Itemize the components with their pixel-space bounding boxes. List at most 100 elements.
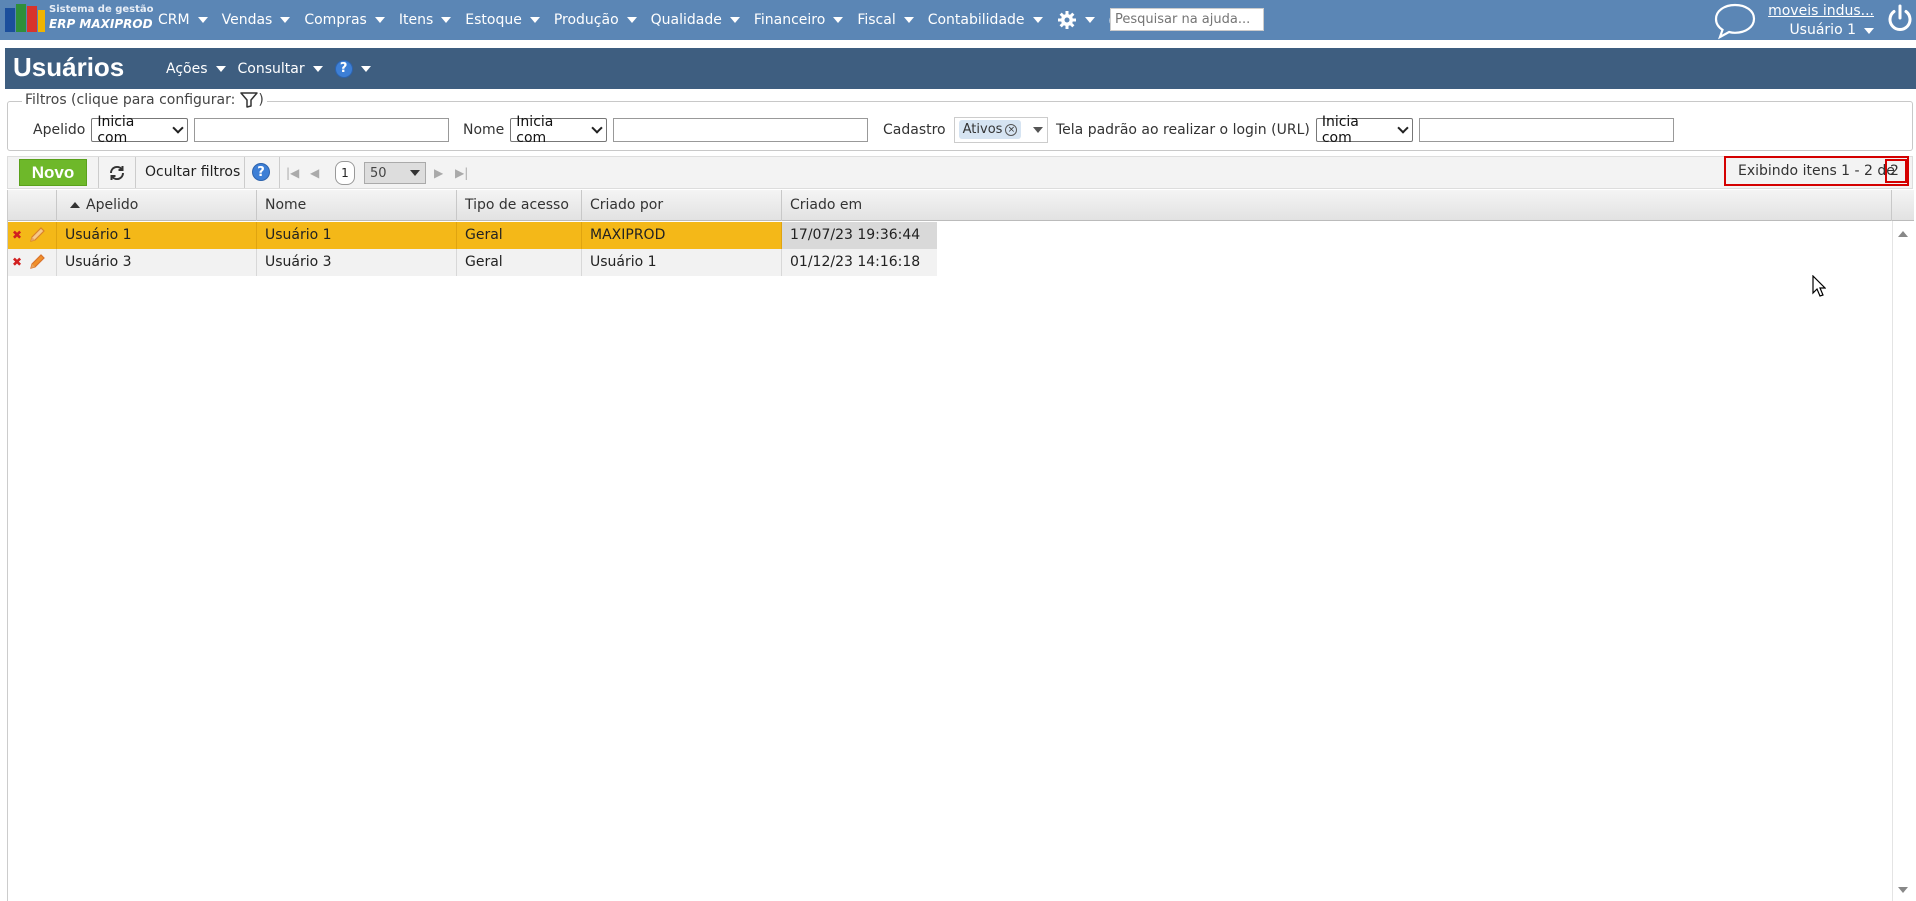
divider [98,157,99,188]
grid-toolbar: Novo Ocultar filtros ? |◀ ◀ 1 50 ▶ ▶| [7,156,1913,189]
last-page-icon[interactable]: ▶| [455,166,468,180]
page-help-menu[interactable]: ? [334,59,371,78]
user-name: Usuário 1 [1789,22,1856,38]
nome-input[interactable] [613,117,869,142]
vertical-scrollbar[interactable] [1892,221,1913,901]
filter-apelido: Apelido Inicia com [33,114,450,146]
filters-legend-text: Filtros (clique para configurar: [25,92,236,108]
delete-icon[interactable]: ✖ [12,229,22,241]
chevron-down-icon [591,121,603,134]
remove-tag-icon[interactable]: × [1005,123,1018,136]
header-tipo-acesso[interactable]: Tipo de acesso [457,190,582,221]
brand-line1: Sistema de gestão [49,4,154,15]
prev-page-icon[interactable]: ◀ [310,166,319,180]
actions-label: Ações [166,60,208,77]
filter-nome-label: Nome [463,121,505,138]
header-label: Apelido [86,197,139,213]
delete-icon[interactable]: ✖ [12,256,22,268]
row-actions: ✖ [8,249,57,276]
caret-down-icon [1084,17,1095,23]
menu-crm[interactable]: CRM [158,12,208,28]
pager-info: Exibindo itens 1 - 2 de 2 [1724,156,1909,186]
user-menu[interactable]: Usuário 1 [1762,21,1874,40]
edit-pencil-icon[interactable] [28,253,46,271]
cell-nome: Usuário 3 [257,249,457,276]
nome-mode-select[interactable]: Inicia com [510,114,608,146]
menu-estoque[interactable]: Estoque [465,12,540,28]
filters-legend[interactable]: Filtros (clique para configurar: ) [22,92,267,108]
apelido-input[interactable] [194,117,450,142]
edit-pencil-icon[interactable] [28,226,46,244]
divider [135,157,136,188]
menu-vendas[interactable]: Vendas [222,12,291,28]
chevron-down-icon [172,121,184,134]
page-size-select[interactable]: 50 [364,162,426,184]
caret-down-icon [903,17,914,23]
cell-criado-em: 17/07/23 19:36:44 [782,222,937,249]
caret-down-icon [410,170,420,176]
help-search-input[interactable] [1110,8,1264,31]
apelido-mode-select[interactable]: Inicia com [91,114,189,146]
menu-itens[interactable]: Itens [399,12,452,28]
row-actions: ✖ [8,222,57,249]
cell-apelido: Usuário 1 [57,222,257,249]
company-link[interactable]: moveis indus... [1762,2,1874,21]
new-button[interactable]: Novo [19,159,87,186]
sort-ascending-icon [70,202,80,208]
header-apelido[interactable]: Apelido [57,190,257,221]
settings-menu[interactable] [1057,10,1095,30]
main-menu: CRM Vendas Compras Itens Estoque Produçã… [158,0,1160,40]
header-criado-em[interactable]: Criado em [782,190,1892,221]
tela-input[interactable] [1418,117,1674,142]
chat-bubble-icon[interactable] [1712,2,1758,40]
filter-cadastro: Cadastro Ativos × [883,116,1048,143]
filters-panel: Filtros (clique para configurar: ) Apeli… [7,92,1913,151]
first-page-icon[interactable]: |◀ [286,166,299,180]
caret-down-icon [626,17,637,23]
consult-menu[interactable]: Consultar [238,61,323,77]
cell-criado-por: Usuário 1 [582,249,782,276]
cadastro-multiselect[interactable]: Ativos × [953,116,1048,143]
menu-label: Fiscal [857,12,896,28]
menu-fiscal[interactable]: Fiscal [857,12,914,28]
actions-menu[interactable]: Ações [166,61,226,77]
menu-contabilidade[interactable]: Contabilidade [928,12,1043,28]
pager-total: 2 [1885,159,1907,183]
menu-producao[interactable]: Produção [554,12,637,28]
scroll-up-icon[interactable] [1898,231,1908,237]
filter-icon[interactable] [240,92,259,108]
tela-mode-select[interactable]: Inicia com [1315,114,1413,146]
scroll-down-icon[interactable] [1898,887,1908,893]
divider [279,157,280,188]
table-row[interactable]: ✖ Usuário 3 Usuário 3 Geral Usuário 1 01… [8,249,937,276]
help-icon[interactable]: ? [252,163,270,181]
hide-filters-button[interactable]: Ocultar filtros [145,164,240,180]
power-icon[interactable] [1886,3,1914,33]
header-criado-por[interactable]: Criado por [582,190,782,221]
caret-down-icon [374,17,385,23]
filter-apelido-label: Apelido [33,121,86,138]
refresh-icon[interactable] [107,165,127,181]
header-nome[interactable]: Nome [257,190,457,221]
brand-line2: ERP MAXIPROD [49,17,153,31]
caret-down-icon[interactable] [1032,126,1043,133]
cell-nome: Usuário 1 [257,222,457,249]
caret-down-icon [1032,17,1043,23]
header-label: Criado em [790,197,863,213]
maxiprod-logo[interactable] [5,4,45,34]
caret-down-icon [833,17,844,23]
brand-name[interactable]: Sistema de gestão ERP MAXIPROD [49,3,154,31]
next-page-icon[interactable]: ▶ [434,166,443,180]
gear-icon [1057,11,1076,29]
menu-qualidade[interactable]: Qualidade [651,12,740,28]
menu-label: Contabilidade [927,12,1025,28]
filters-legend-close: ) [258,92,264,108]
menu-compras[interactable]: Compras [304,12,385,28]
page-number[interactable]: 1 [335,161,355,185]
menu-financeiro[interactable]: Financeiro [754,12,844,28]
page-actions: Ações Consultar ? [166,48,383,89]
table-row[interactable]: ✖ Usuário 1 Usuário 1 Geral MAXIPROD 17/… [8,222,937,249]
select-value: Inicia com [97,113,135,146]
cell-criado-por: MAXIPROD [582,222,782,249]
help-icon: ? [334,59,353,78]
